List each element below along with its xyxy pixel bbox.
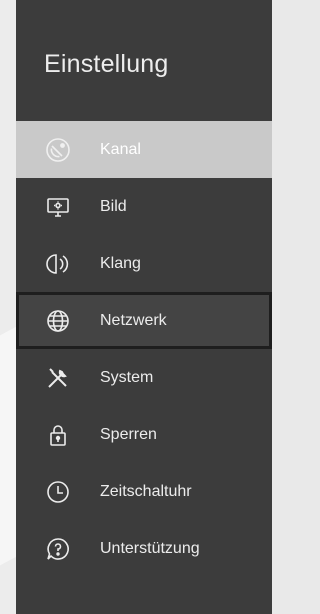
menu-item-klang[interactable]: Klang (16, 235, 272, 292)
menu-item-unterstuetzung[interactable]: Unterstützung (16, 520, 272, 577)
speaker-icon (43, 249, 73, 279)
panel-title: Einstellung (44, 50, 169, 78)
monitor-icon (43, 192, 73, 222)
menu-item-bild[interactable]: Bild (16, 178, 272, 235)
menu-item-label: Unterstützung (100, 539, 200, 557)
menu-item-kanal[interactable]: Kanal (16, 121, 272, 178)
settings-menu: Kanal Bild Klang Netzwerk System Sperren… (16, 121, 272, 577)
menu-item-label: Sperren (100, 425, 157, 443)
clock-icon (43, 477, 73, 507)
menu-item-label: Netzwerk (100, 311, 167, 329)
menu-item-label: Zeitschaltuhr (100, 482, 192, 500)
menu-item-label: Klang (100, 254, 141, 272)
menu-item-label: System (100, 368, 154, 386)
menu-item-label: Kanal (100, 140, 141, 158)
menu-item-zeitschaltuhr[interactable]: Zeitschaltuhr (16, 463, 272, 520)
tools-icon (43, 363, 73, 393)
lock-icon (43, 420, 73, 450)
satellite-dish-icon (43, 135, 73, 165)
help-bubble-icon (43, 534, 73, 564)
menu-item-netzwerk[interactable]: Netzwerk (16, 292, 272, 349)
menu-item-system[interactable]: System (16, 349, 272, 406)
globe-icon (43, 306, 73, 336)
settings-panel: Einstellung Kanal Bild Klang Netzwerk Sy… (16, 0, 272, 614)
menu-item-label: Bild (100, 197, 127, 215)
menu-item-sperren[interactable]: Sperren (16, 406, 272, 463)
